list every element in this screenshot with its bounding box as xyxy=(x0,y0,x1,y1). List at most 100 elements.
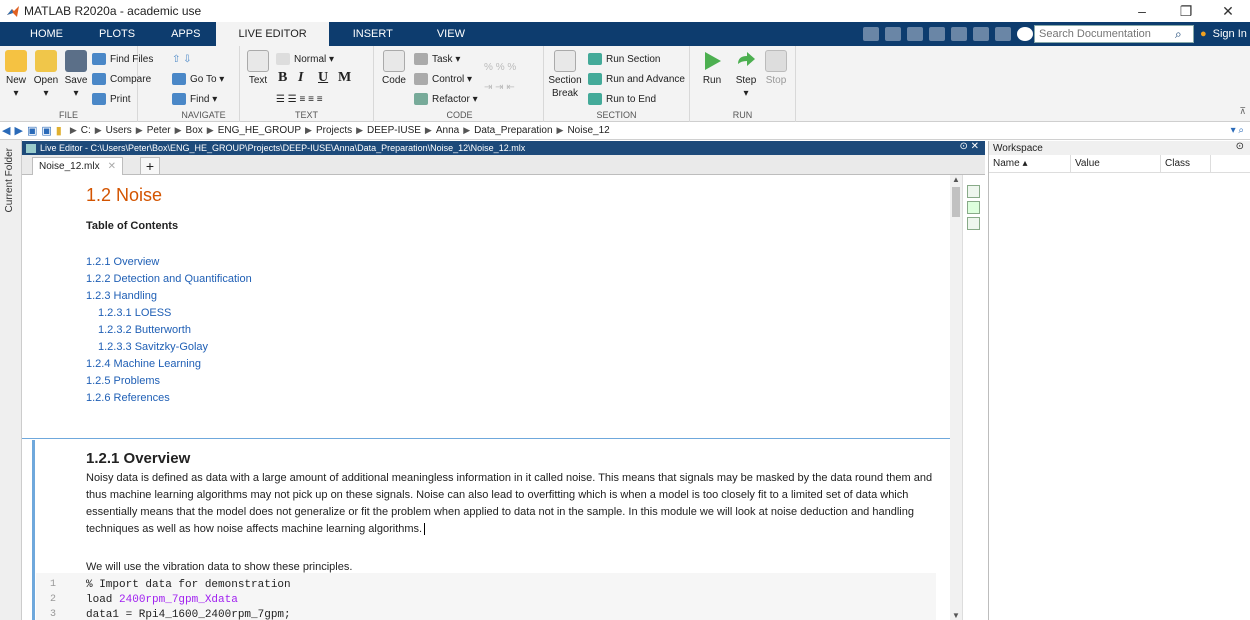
italic-button[interactable]: I xyxy=(298,70,303,86)
find-button[interactable]: Find ▾ xyxy=(172,90,217,108)
wrap-icon[interactable]: % xyxy=(507,62,516,73)
up-down-buttons[interactable]: ⇧ ⇩ xyxy=(172,50,192,68)
breadcrumb-item[interactable]: C: xyxy=(81,125,91,136)
breadcrumb-separator[interactable]: ▶ xyxy=(463,125,470,136)
open-button[interactable]: Open ▾ xyxy=(32,50,60,100)
back-arrow-icon[interactable]: ◀ xyxy=(2,124,10,137)
list-align-buttons[interactable]: ☰ ☰ ≡ ≡ ≡ xyxy=(276,90,323,108)
cut-icon[interactable] xyxy=(885,27,901,41)
editor-scrollbar[interactable]: ▲ ▼ xyxy=(950,175,962,620)
new-button[interactable]: New ▾ xyxy=(2,50,30,100)
task-dropdown[interactable]: Task ▾ xyxy=(414,50,460,68)
stop-button[interactable]: Stop xyxy=(762,50,790,87)
compare-button[interactable]: Compare xyxy=(92,70,151,88)
tab-insert[interactable]: INSERT xyxy=(329,22,417,46)
editor-panel-controls[interactable]: ⊙ ✕ xyxy=(959,141,979,152)
tab-plots[interactable]: PLOTS xyxy=(79,22,155,46)
text-button[interactable]: Text xyxy=(244,50,272,87)
arrow-up-icon[interactable]: ⇧ xyxy=(172,54,180,65)
align-left-icon[interactable]: ≡ xyxy=(300,94,306,105)
breadcrumb-separator[interactable]: ▶ xyxy=(356,125,363,136)
control-dropdown[interactable]: Control ▾ xyxy=(414,70,472,88)
uncomment-icon[interactable]: % xyxy=(496,62,505,73)
new-tab-button[interactable]: + xyxy=(140,157,160,175)
breadcrumb-separator[interactable]: ▶ xyxy=(305,125,312,136)
breadcrumb-item[interactable]: Anna xyxy=(436,125,459,136)
print-button[interactable]: Print xyxy=(92,90,131,108)
search-input[interactable] xyxy=(1035,28,1175,40)
breadcrumb-separator[interactable]: ▶ xyxy=(175,125,182,136)
close-tab-icon[interactable]: ✕ xyxy=(108,161,116,172)
run-button[interactable]: Run xyxy=(698,50,726,87)
save-file-button[interactable]: Save ▾ xyxy=(62,50,90,100)
sign-in-link[interactable]: ● Sign In xyxy=(1200,22,1247,46)
scroll-up-icon[interactable]: ▲ xyxy=(952,175,960,184)
arrow-down-icon[interactable]: ⇩ xyxy=(183,54,191,65)
numbered-list-icon[interactable]: ☰ xyxy=(288,94,297,105)
run-section-button[interactable]: Run Section xyxy=(588,50,660,68)
find-files-button[interactable]: Find Files xyxy=(92,50,153,68)
workspace-actions-icon[interactable]: ⊙ xyxy=(1236,141,1244,152)
switch-windows-icon[interactable] xyxy=(995,27,1011,41)
tab-noise-12-mlx[interactable]: Noise_12.mlx ✕ xyxy=(32,157,123,175)
toc-link[interactable]: 1.2.5 Problems xyxy=(86,373,252,390)
breadcrumb-separator[interactable]: ▶ xyxy=(95,125,102,136)
output-inline-icon[interactable] xyxy=(967,185,980,198)
breadcrumb-separator[interactable]: ▶ xyxy=(557,125,564,136)
column-class[interactable]: Class xyxy=(1161,155,1211,172)
section-break-button[interactable]: Section Break xyxy=(548,50,582,100)
run-and-advance-button[interactable]: Run and Advance xyxy=(588,70,685,88)
align-center-icon[interactable]: ≡ xyxy=(308,94,314,105)
output-right-icon[interactable] xyxy=(967,201,980,214)
decrease-indent-icon[interactable]: ⇤ xyxy=(506,82,514,93)
toc-link[interactable]: 1.2.3.1 LOESS xyxy=(86,305,252,322)
breadcrumb-item[interactable]: Noise_12 xyxy=(567,125,609,136)
restore-button[interactable]: ❐ xyxy=(1166,0,1206,22)
column-value[interactable]: Value xyxy=(1071,155,1161,172)
browse-folder-icon[interactable]: ▣ xyxy=(41,124,51,137)
tab-live-editor[interactable]: LIVE EDITOR xyxy=(216,22,329,46)
breadcrumb-item[interactable]: Users xyxy=(106,125,132,136)
live-script-document[interactable]: 1.2 Noise Table of Contents 1.2.1 Overvi… xyxy=(22,175,950,620)
underline-button[interactable]: U xyxy=(318,70,328,86)
sign-in-label[interactable]: Sign In xyxy=(1213,28,1247,40)
increase-indent-icon[interactable]: ⇥ xyxy=(495,82,503,93)
search-icon[interactable]: ⌕ xyxy=(1175,27,1182,42)
close-button[interactable]: ✕ xyxy=(1208,0,1248,22)
breadcrumb-separator[interactable]: ▶ xyxy=(70,125,77,136)
paste-icon[interactable] xyxy=(929,27,945,41)
tab-apps[interactable]: APPS xyxy=(155,22,216,46)
code-button[interactable]: Code xyxy=(380,50,408,87)
hide-code-icon[interactable] xyxy=(967,217,980,230)
tab-home[interactable]: HOME xyxy=(14,22,79,46)
breadcrumb-item[interactable]: ENG_HE_GROUP xyxy=(218,125,301,136)
help-icon[interactable] xyxy=(1017,27,1033,41)
go-to-button[interactable]: Go To ▾ xyxy=(172,70,224,88)
forward-arrow-icon[interactable]: ▶ xyxy=(14,124,22,137)
run-to-end-button[interactable]: Run to End xyxy=(588,90,656,108)
monospace-button[interactable]: M xyxy=(338,70,351,86)
breadcrumb-item[interactable]: Peter xyxy=(147,125,171,136)
breadcrumb-item[interactable]: DEEP-IUSE xyxy=(367,125,421,136)
vibration-paragraph[interactable]: We will use the vibration data to show t… xyxy=(86,561,352,573)
breadcrumb-item[interactable]: Data_Preparation xyxy=(474,125,552,136)
save-icon[interactable] xyxy=(863,27,879,41)
refactor-dropdown[interactable]: Refactor ▾ xyxy=(414,90,478,108)
scrollbar-thumb[interactable] xyxy=(952,187,960,217)
toc-link[interactable]: 1.2.3.2 Butterworth xyxy=(86,322,252,339)
toc-link[interactable]: 1.2.3.3 Savitzky-Golay xyxy=(86,339,252,356)
overview-paragraph[interactable]: Noisy data is defined as data with a lar… xyxy=(86,470,936,538)
column-name[interactable]: Name ▴ xyxy=(989,155,1071,172)
breadcrumb-separator[interactable]: ▶ xyxy=(425,125,432,136)
toc-link[interactable]: 1.2.3 Handling xyxy=(86,288,252,305)
step-button[interactable]: Step ▾ xyxy=(732,50,760,100)
scroll-down-icon[interactable]: ▼ xyxy=(952,611,960,620)
align-right-icon[interactable]: ≡ xyxy=(317,94,323,105)
text-style-dropdown[interactable]: Normal ▾ xyxy=(276,50,334,68)
code-block[interactable]: 1 % Import data for demonstration 2 load… xyxy=(36,573,936,620)
toc-link[interactable]: 1.2.1 Overview xyxy=(86,254,252,271)
redo-icon[interactable] xyxy=(973,27,989,41)
toc-link[interactable]: 1.2.4 Machine Learning xyxy=(86,356,252,373)
toc-link[interactable]: 1.2.2 Detection and Quantification xyxy=(86,271,252,288)
minimize-button[interactable]: – xyxy=(1122,0,1162,22)
